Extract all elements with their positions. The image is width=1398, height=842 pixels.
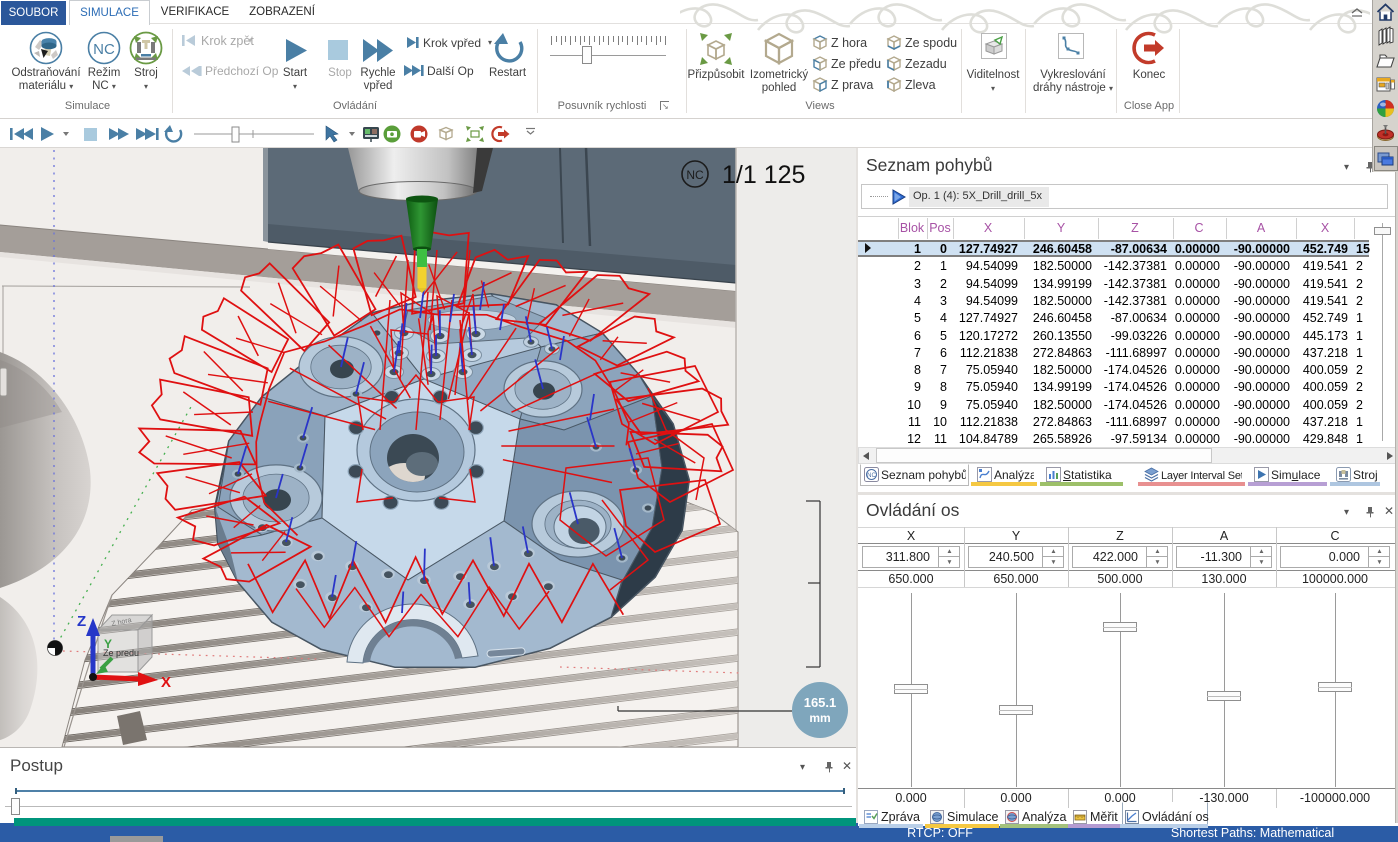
svg-text:Y: Y (104, 637, 112, 651)
svg-text:mm: mm (809, 711, 830, 725)
svg-text:1/1 125: 1/1 125 (722, 161, 805, 189)
svg-text:NC: NC (867, 473, 876, 479)
svg-text:Z: Z (77, 613, 86, 630)
svg-text:Předchozí Op: Předchozí Op (205, 64, 279, 78)
svg-text:Krok zpět: Krok zpět (201, 34, 254, 48)
svg-text:Další Op: Další Op (427, 64, 474, 78)
svg-text:▾: ▾ (248, 36, 252, 45)
svg-text:Krok vpřed: Krok vpřed (423, 36, 481, 50)
svg-text:NC: NC (686, 168, 704, 182)
svg-text:X: X (161, 674, 171, 691)
svg-text:165.1: 165.1 (804, 695, 837, 710)
svg-text:NC: NC (93, 41, 115, 58)
svg-text:▾: ▾ (488, 38, 492, 47)
